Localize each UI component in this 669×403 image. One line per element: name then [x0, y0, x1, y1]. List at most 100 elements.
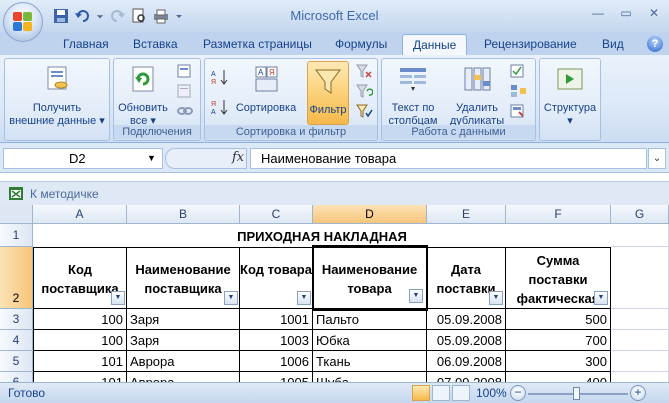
column-header-d[interactable]: D [313, 205, 427, 224]
table-cell[interactable]: 1005 [240, 372, 313, 382]
consolidate-icon[interactable] [510, 83, 528, 99]
sort-desc-icon[interactable]: ЯА [211, 99, 229, 115]
row-header-1[interactable]: 1 [0, 224, 33, 247]
maximize-button[interactable]: ▭ [617, 6, 635, 22]
minimize-button[interactable]: — [589, 6, 607, 22]
column-header-a[interactable]: A [33, 205, 127, 224]
row-header-4[interactable]: 4 [0, 330, 33, 351]
table-cell[interactable]: 1001 [240, 309, 313, 330]
edit-links-icon[interactable] [176, 103, 194, 119]
column-header-e[interactable]: E [427, 205, 506, 224]
tab-formulas[interactable]: Формулы [335, 37, 387, 51]
table-cell[interactable]: 1003 [240, 330, 313, 351]
tab-page-layout[interactable]: Разметка страницы [203, 37, 312, 51]
svg-text:Я: Я [269, 68, 275, 77]
table-cell[interactable]: 06.09.2008 [427, 351, 506, 372]
text-to-columns-icon [400, 68, 426, 91]
tab-home[interactable]: Главная [63, 37, 109, 51]
table-cell[interactable]: 05.09.2008 [427, 309, 506, 330]
zoom-slider-thumb[interactable] [573, 387, 580, 400]
properties-icon[interactable] [176, 83, 194, 99]
office-button[interactable] [3, 2, 43, 42]
table-cell[interactable]: Аврора [127, 372, 240, 382]
refresh-all-button[interactable]: Обновить все ▾ [116, 63, 170, 128]
group-label-sort-filter: Сортировка и фильтр [205, 125, 377, 139]
column-header-b[interactable]: B [127, 205, 240, 224]
tab-review[interactable]: Рецензирование [484, 37, 577, 51]
page-layout-view-button[interactable] [432, 385, 450, 401]
sort-button[interactable]: АЯ Сортировка [233, 63, 299, 115]
cell-g2[interactable] [611, 247, 669, 309]
column-header-g[interactable]: G [611, 205, 669, 224]
row-header-3[interactable]: 3 [0, 309, 33, 330]
table-cell[interactable]: Пальто [313, 309, 427, 330]
clear-filter-icon[interactable] [355, 63, 373, 79]
column-header-c[interactable]: C [240, 205, 313, 224]
normal-view-button[interactable] [412, 385, 430, 401]
zoom-out-button[interactable]: − [510, 385, 526, 401]
table-cell[interactable]: 500 [506, 309, 611, 330]
filter-dropdown-e[interactable]: ▼ [489, 291, 503, 305]
table-cell[interactable]: 300 [506, 351, 611, 372]
column-header-f[interactable]: F [506, 205, 611, 224]
tab-view[interactable]: Вид [602, 37, 624, 51]
formula-bar: D2 ▼ fx Наименование товара ⌄ [0, 143, 669, 173]
zoom-in-button[interactable]: + [630, 385, 646, 401]
cell-g4[interactable] [611, 330, 669, 351]
table-cell[interactable]: Заря [127, 330, 240, 351]
row-header-6[interactable]: 6 [0, 372, 33, 382]
group-outline: Структура ▾ [539, 58, 601, 141]
insert-function-icon[interactable]: fx [232, 150, 244, 165]
table-cell[interactable]: Заря [127, 309, 240, 330]
help-icon[interactable]: ? [647, 36, 663, 52]
tab-insert[interactable]: Вставка [133, 37, 178, 51]
filter-dropdown-c[interactable]: ▼ [297, 291, 311, 305]
data-validation-icon[interactable] [510, 63, 528, 79]
tab-data[interactable]: Данные [402, 34, 468, 57]
table-cell[interactable]: 05.09.2008 [427, 330, 506, 351]
expand-formula-bar-icon[interactable]: ⌄ [648, 148, 666, 169]
filter-dropdown-a[interactable]: ▼ [111, 291, 125, 305]
formula-input[interactable]: Наименование товара [250, 148, 647, 169]
text-to-columns-button[interactable]: Текст по столбцам [384, 63, 442, 128]
row-header-2[interactable]: 2 [0, 247, 33, 309]
table-cell[interactable]: 700 [506, 330, 611, 351]
table-cell[interactable]: 101 [33, 351, 127, 372]
close-button[interactable]: ✕ [645, 6, 663, 22]
advanced-filter-icon[interactable] [355, 103, 373, 119]
name-box-dropdown-icon[interactable]: ▼ [147, 153, 156, 163]
table-cell[interactable]: 07.09.2008 [427, 372, 506, 382]
name-box[interactable]: D2 [3, 148, 163, 169]
zoom-level[interactable]: 100% [476, 386, 507, 400]
cell-g1[interactable] [611, 224, 669, 247]
page-break-view-button[interactable] [452, 385, 470, 401]
outline-button[interactable]: Структура ▾ [540, 63, 600, 128]
table-cell[interactable]: Юбка [313, 330, 427, 351]
table-cell[interactable]: Шуба [313, 372, 427, 382]
sort-asc-icon[interactable]: АЯ [211, 69, 229, 85]
table-cell[interactable]: Ткань [313, 351, 427, 372]
table-cell[interactable]: 100 [33, 309, 127, 330]
table-cell[interactable]: 1006 [240, 351, 313, 372]
get-external-data-button[interactable]: Получить внешние данные ▾ [5, 63, 109, 128]
reapply-filter-icon[interactable] [355, 83, 373, 99]
app-title: Microsoft Excel [290, 8, 379, 23]
filter-button[interactable]: Фильтр [307, 61, 349, 125]
cell-g5[interactable] [611, 351, 669, 372]
connections-icon[interactable] [176, 63, 194, 79]
what-if-analysis-icon[interactable] [510, 103, 528, 119]
table-cell[interactable]: 100 [33, 330, 127, 351]
remove-duplicates-button[interactable]: Удалить дубликаты [444, 63, 510, 128]
filter-funnel-icon [315, 69, 341, 94]
table-title[interactable]: ПРИХОДНАЯ НАКЛАДНАЯ [33, 224, 611, 247]
table-cell[interactable]: 101 [33, 372, 127, 382]
filter-dropdown-f[interactable]: ▼ [594, 291, 608, 305]
table-cell[interactable]: 400 [506, 372, 611, 382]
select-all-corner[interactable] [0, 205, 33, 224]
cell-g6[interactable] [611, 372, 669, 382]
worksheet-grid[interactable]: A B C D E F G 1 2 3 4 5 6 ПРИХОДНАЯ НАКЛ… [0, 205, 669, 382]
table-cell[interactable]: Аврора [127, 351, 240, 372]
cell-g3[interactable] [611, 309, 669, 330]
row-header-5[interactable]: 5 [0, 351, 33, 372]
filter-dropdown-b[interactable]: ▼ [224, 291, 238, 305]
